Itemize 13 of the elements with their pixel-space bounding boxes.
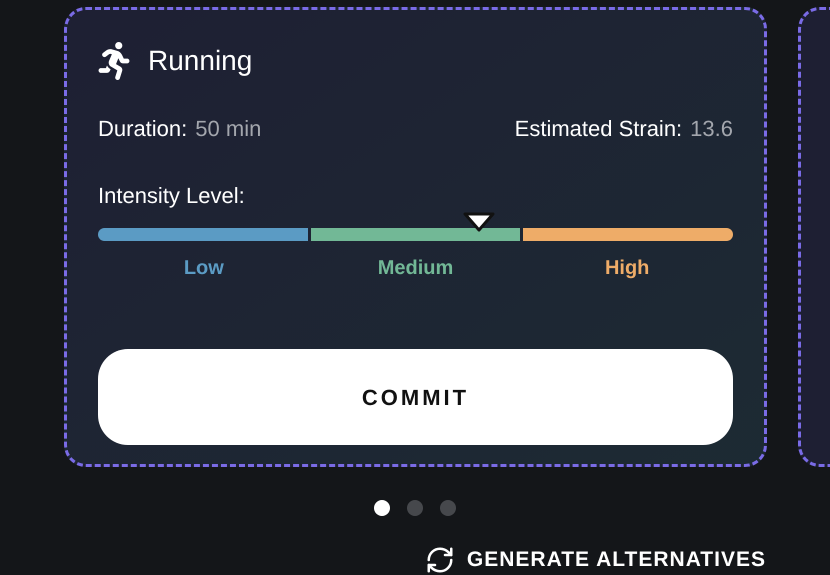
intensity-label: Intensity Level:: [98, 182, 246, 210]
duration-label: Duration:: [98, 115, 188, 143]
running-person-icon: [98, 42, 130, 80]
refresh-icon: [424, 544, 455, 575]
strain-value: 13.6: [690, 115, 733, 143]
duration-value: 50 min: [195, 115, 262, 143]
generate-alternatives-button[interactable]: GENERATE ALTERNATIVES: [424, 544, 766, 575]
intensity-option: High: [604, 253, 650, 283]
intensity-option: Low: [184, 253, 224, 283]
activity-title: Running: [148, 44, 252, 78]
commit-button[interactable]: COMMIT: [98, 349, 733, 445]
strain-label: Estimated Strain:: [514, 115, 682, 143]
intensity-option: Medium: [378, 253, 454, 283]
